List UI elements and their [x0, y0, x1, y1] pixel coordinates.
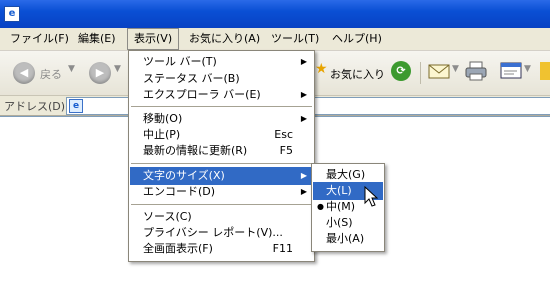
- page-icon: e: [69, 99, 83, 113]
- back-icon[interactable]: ◀: [13, 62, 35, 84]
- back-dropdown-icon[interactable]: ▼: [68, 64, 75, 74]
- menu-item-label: ツール バー(T): [143, 55, 217, 68]
- menu-bar: ファイル(F) 編集(E) 表示(V) お気に入り(A) ツール(T) ヘルプ(…: [0, 28, 550, 51]
- menu-item-explorer-bar[interactable]: エクスプローラ バー(E) ▶: [130, 86, 313, 104]
- menu-file[interactable]: ファイル(F): [4, 28, 75, 50]
- menu-item-shortcut: F5: [279, 144, 293, 157]
- mail-dropdown-icon[interactable]: ▼: [452, 64, 459, 74]
- separator-icon: [420, 62, 421, 84]
- menu-item-label: エンコード(D): [143, 185, 216, 198]
- edit-dropdown-icon[interactable]: ▼: [524, 64, 531, 74]
- favorites-label[interactable]: お気に入り: [330, 66, 385, 82]
- mail-icon[interactable]: [428, 62, 450, 80]
- title-bar: e: [0, 0, 550, 28]
- menu-item-shortcut: F11: [272, 242, 293, 255]
- menu-item-label: 最小(A): [326, 232, 365, 245]
- forward-icon[interactable]: ▶: [89, 62, 111, 84]
- messenger-icon[interactable]: [540, 62, 550, 80]
- menu-item-label: 最新の情報に更新(R): [143, 144, 248, 157]
- ie-logo-icon: e: [4, 6, 20, 22]
- submenu-arrow-icon: ▶: [300, 187, 307, 196]
- print-icon[interactable]: [464, 60, 488, 82]
- menu-item-encoding[interactable]: エンコード(D) ▶: [130, 183, 313, 201]
- menu-separator: [131, 106, 312, 107]
- menu-favorites[interactable]: お気に入り(A): [183, 28, 266, 50]
- view-menu: ツール バー(T) ▶ ステータス バー(B) エクスプローラ バー(E) ▶ …: [128, 50, 315, 262]
- menu-separator: [131, 204, 312, 205]
- menu-item-fullscreen[interactable]: 全画面表示(F) F11: [130, 240, 313, 258]
- menu-item-refresh[interactable]: 最新の情報に更新(R) F5: [130, 142, 313, 160]
- mouse-cursor-icon: [364, 186, 378, 207]
- menu-view[interactable]: 表示(V): [127, 28, 180, 50]
- submenu-arrow-icon: ▶: [300, 57, 307, 66]
- edit-icon[interactable]: [500, 61, 522, 81]
- submenu-arrow-icon: ▶: [300, 90, 307, 99]
- menu-edit[interactable]: 編集(E): [72, 28, 122, 50]
- menu-item-smallest[interactable]: 最小(A): [313, 230, 383, 248]
- history-icon[interactable]: ⟳: [391, 61, 411, 81]
- forward-dropdown-icon[interactable]: ▼: [114, 64, 121, 74]
- address-label: アドレス(D): [4, 100, 66, 113]
- menu-item-toolbar[interactable]: ツール バー(T) ▶: [130, 53, 313, 71]
- menu-separator: [131, 163, 312, 164]
- menu-item-label: エクスプローラ バー(E): [143, 88, 261, 101]
- favorites-star-icon[interactable]: ★: [315, 62, 328, 76]
- menu-item-label: 全画面表示(F): [143, 242, 213, 255]
- menu-help[interactable]: ヘルプ(H): [326, 28, 388, 50]
- back-label[interactable]: 戻る: [40, 66, 62, 82]
- menu-tools[interactable]: ツール(T): [265, 28, 325, 50]
